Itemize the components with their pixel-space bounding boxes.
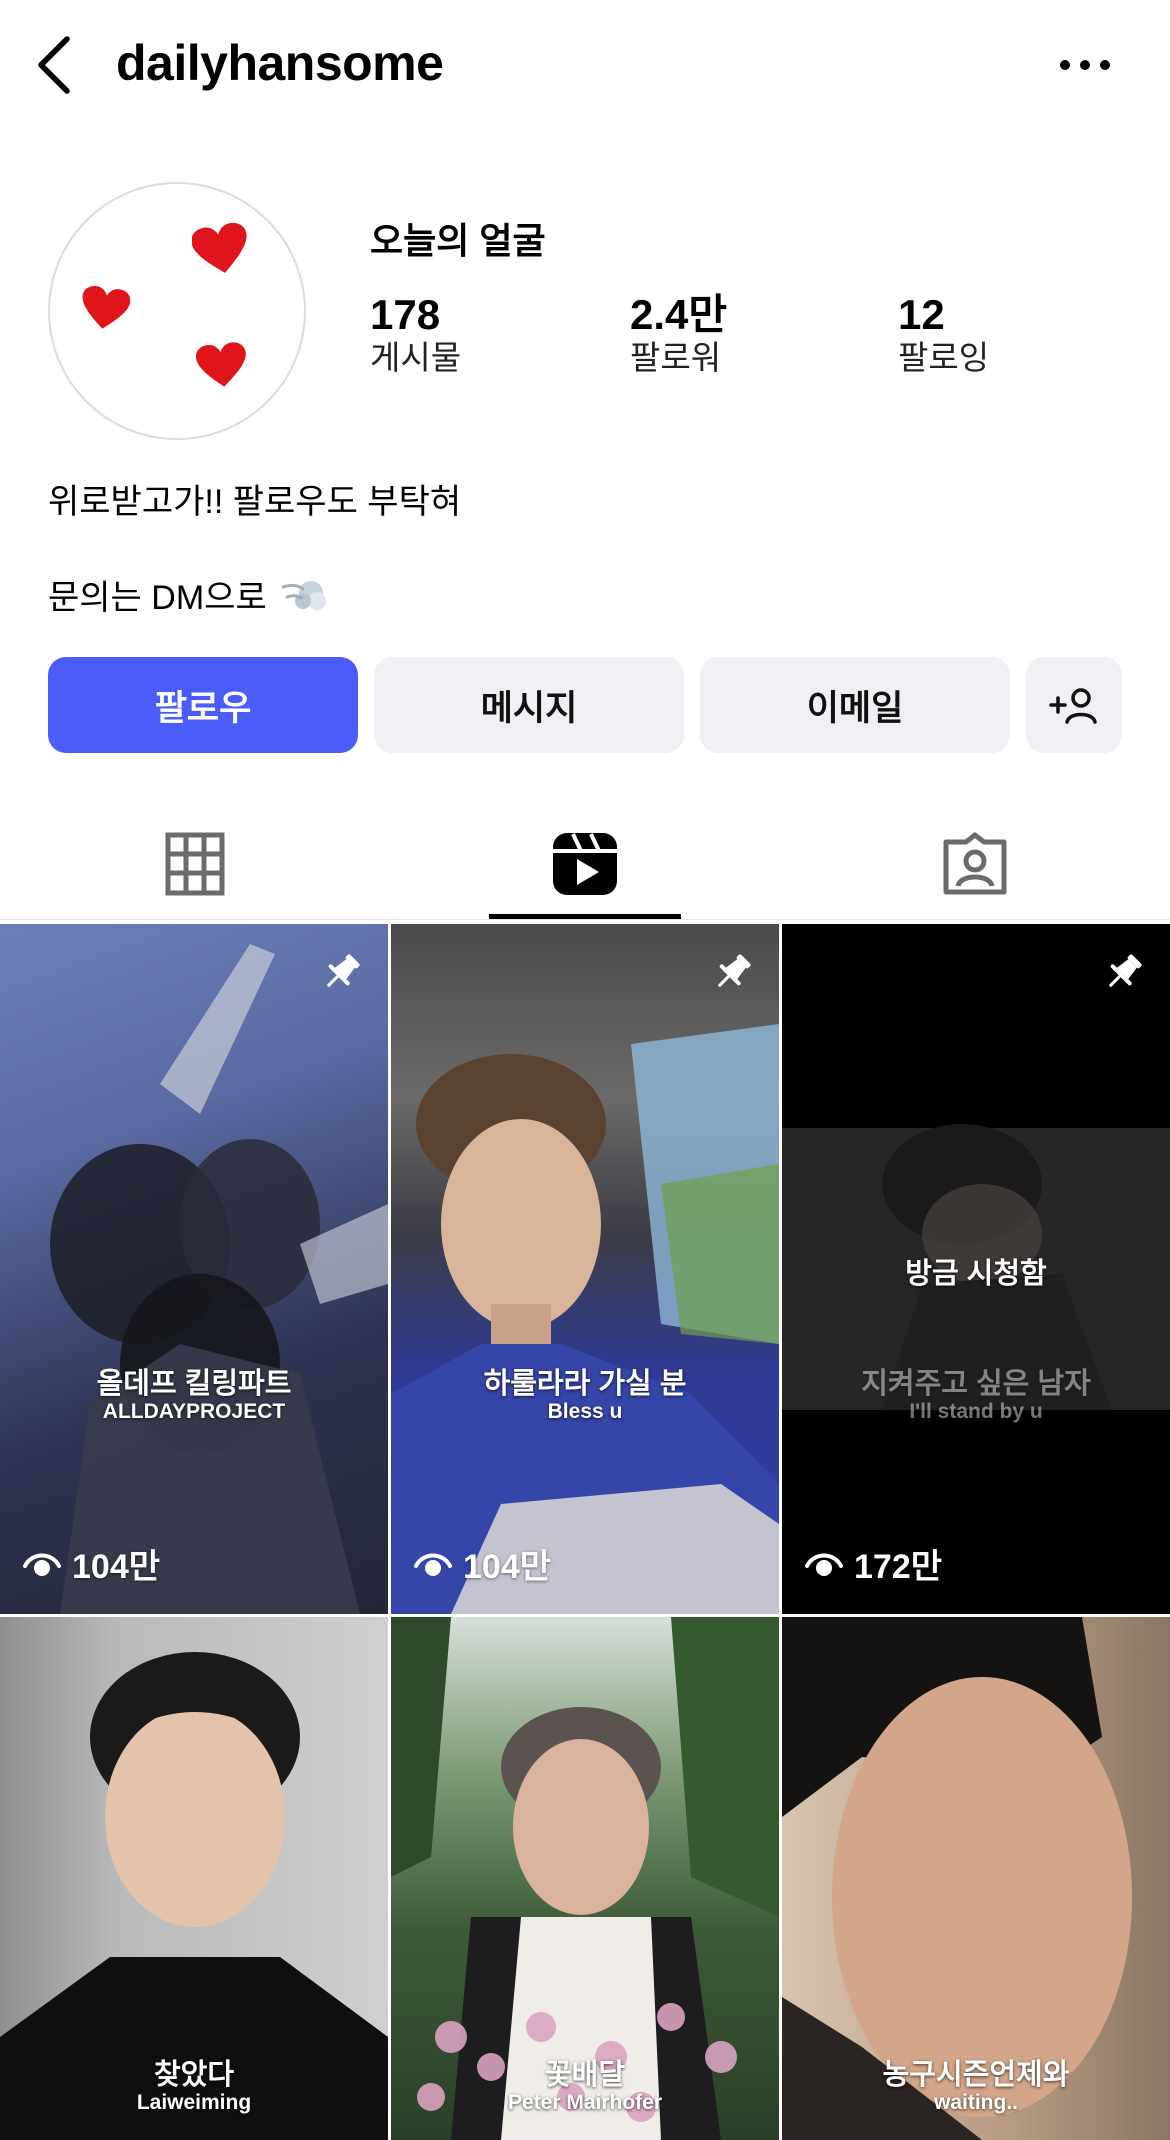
reel-watched-label: 방금 시청함 <box>905 1258 1047 1290</box>
reel-subtitle: Peter Mairhofer <box>507 2091 663 2114</box>
tab-divider <box>0 919 1170 920</box>
play-eye-icon <box>805 1553 843 1576</box>
active-tab-indicator <box>489 914 681 919</box>
reel-tile[interactable]: 농구시즌언제와 waiting.. <box>782 1617 1170 2140</box>
reel-tile[interactable]: 찾았다 Laiweiming <box>0 1617 388 2140</box>
chevron-left-icon <box>38 36 70 94</box>
pin-icon <box>326 954 360 988</box>
reel-title: 하룰라라 가실 분 <box>483 1368 687 1400</box>
reel-title: 올데프 킬링파트 <box>96 1368 292 1400</box>
stat-posts-value: 178 <box>370 291 441 338</box>
more-horizontal-icon <box>1060 60 1110 70</box>
stat-following[interactable]: 12 팔로잉 <box>898 292 989 378</box>
reel-views-text: 172만 <box>854 1548 943 1586</box>
reel-subtitle: waiting.. <box>934 2091 1018 2114</box>
stat-followers[interactable]: 2.4만 팔로워 <box>630 292 727 378</box>
reel-tile[interactable]: 방금 시청함 지켜주고 싶은 남자 I'll stand by u 172만 <box>782 924 1170 1614</box>
reel-tile[interactable]: 꽃배달 Peter Mairhofer <box>391 1617 779 2140</box>
header: dailyhansome <box>0 0 1170 130</box>
reel-title: 농구시즌언제와 <box>882 2059 1070 2091</box>
add-person-button[interactable] <box>1026 657 1122 753</box>
reel-tile[interactable]: 하룰라라 가실 분 Bless u 104만 <box>391 924 779 1614</box>
stat-posts[interactable]: 178 게시물 <box>370 292 461 378</box>
reels-grid: 올데프 킬링파트 ALLDAYPROJECT 104만 하룰라라 가실 분 Bl… <box>0 924 1170 2140</box>
reel-tile[interactable]: 올데프 킬링파트 ALLDAYPROJECT 104만 <box>0 924 388 1614</box>
heart-icon <box>192 222 247 273</box>
profile-page: dailyhansome 오늘의 얼굴 178 게시물 2.4만 팔로워 12 … <box>0 0 1170 2140</box>
add-person-icon <box>1049 688 1097 724</box>
tab-posts-grid[interactable] <box>0 808 390 920</box>
reel-subtitle: Bless u <box>547 1400 623 1423</box>
reel-views-text: 104만 <box>72 1548 161 1586</box>
more-options-button[interactable] <box>1050 40 1120 90</box>
reel-title: 꽃배달 <box>544 2059 626 2091</box>
follow-button[interactable]: 팔로우 <box>48 657 358 753</box>
reel-subtitle: ALLDAYPROJECT <box>102 1400 286 1423</box>
reel-view-count: 104만 <box>413 1539 551 1588</box>
reel-title: 지켜주고 싶은 남자 <box>861 1368 1091 1400</box>
display-name: 오늘의 얼굴 <box>370 220 546 261</box>
stat-followers-label: 팔로워 <box>630 339 722 376</box>
back-button[interactable] <box>20 30 90 100</box>
stat-posts-label: 게시물 <box>370 339 462 376</box>
bio-line-2: 문의는 DM으로 <box>48 570 327 619</box>
pin-icon <box>1108 954 1142 988</box>
stat-followers-value: 2.4만 <box>630 291 728 338</box>
tab-reels[interactable] <box>390 808 780 920</box>
reel-thumbnail <box>50 944 388 1614</box>
play-eye-icon <box>23 1553 61 1576</box>
profile-avatar[interactable] <box>48 182 306 440</box>
reel-views-text: 104만 <box>463 1548 552 1586</box>
message-button[interactable]: 메시지 <box>374 657 684 753</box>
bio-line-1: 위로받고가!! 팔로우도 부탁혀 <box>48 483 462 521</box>
reels-icon <box>553 833 617 895</box>
tab-tagged[interactable] <box>780 808 1170 920</box>
bio-line-2-text: 문의는 DM으로 <box>48 579 267 617</box>
reel-subtitle: I'll stand by u <box>909 1400 1043 1423</box>
reel-title: 찾았다 <box>153 2059 235 2091</box>
email-button[interactable]: 이메일 <box>700 657 1010 753</box>
play-eye-icon <box>414 1553 452 1576</box>
header-username: dailyhansome <box>116 35 444 91</box>
heart-icon <box>196 342 246 387</box>
tagged-icon <box>943 832 1007 895</box>
reel-subtitle: Laiweiming <box>136 2091 252 2114</box>
stat-following-label: 팔로잉 <box>898 339 990 376</box>
pin-icon <box>717 954 751 988</box>
reel-view-count: 104만 <box>22 1539 160 1588</box>
dash-icon <box>281 580 326 610</box>
grid-icon <box>165 832 225 896</box>
stat-following-value: 12 <box>898 291 945 338</box>
reel-thumbnail <box>391 1024 779 1614</box>
heart-icon <box>82 285 130 329</box>
reel-view-count: 172만 <box>804 1539 942 1588</box>
